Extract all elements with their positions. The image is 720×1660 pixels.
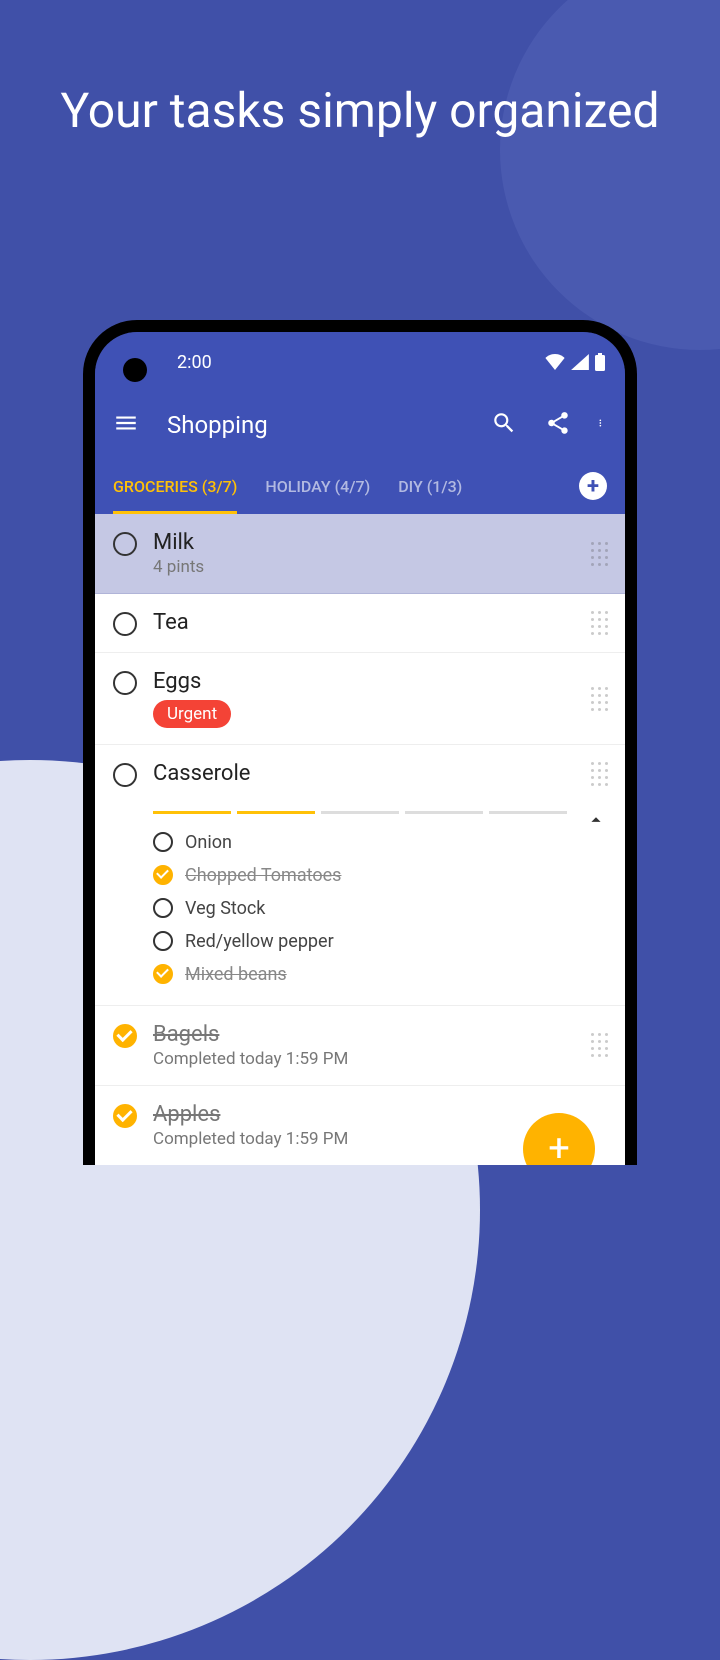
app-bar-title: Shopping bbox=[167, 411, 463, 439]
subtask-title: Veg Stock bbox=[185, 898, 265, 919]
more-vert-icon bbox=[599, 410, 607, 436]
subtask-checkbox[interactable] bbox=[153, 832, 173, 852]
subtask-item[interactable]: Mixed beans bbox=[153, 958, 607, 991]
tab-bar: GROCERIES (3/7) HOLIDAY (4/7) DIY (1/3) … bbox=[95, 458, 625, 514]
search-icon bbox=[491, 410, 517, 436]
phone-frame: 2:00 Shopping bbox=[83, 320, 637, 1165]
list-item[interactable]: Eggs Urgent bbox=[95, 653, 625, 745]
battery-icon bbox=[595, 353, 605, 371]
add-tab-button[interactable]: + bbox=[579, 472, 607, 500]
list-item[interactable]: Bagels Completed today 1:59 PM bbox=[95, 1006, 625, 1086]
subtask-title: Chopped Tomatoes bbox=[185, 865, 341, 886]
share-icon bbox=[545, 410, 571, 436]
phone-camera-punch bbox=[123, 358, 147, 382]
plus-icon: + bbox=[548, 1127, 570, 1165]
task-checkbox[interactable] bbox=[113, 1104, 137, 1128]
hamburger-icon bbox=[113, 410, 139, 436]
task-checkbox[interactable] bbox=[113, 1024, 137, 1048]
tab-holiday[interactable]: HOLIDAY (4/7) bbox=[265, 458, 370, 514]
subtask-item[interactable]: Red/yellow pepper bbox=[153, 925, 607, 958]
chevron-up-icon bbox=[585, 809, 607, 831]
tab-groceries[interactable]: GROCERIES (3/7) bbox=[113, 458, 237, 514]
tab-diy[interactable]: DIY (1/3) bbox=[398, 458, 462, 514]
list-item[interactable]: Milk 4 pints bbox=[95, 514, 625, 594]
task-subtitle: 4 pints bbox=[153, 557, 575, 577]
subtask-checkbox[interactable] bbox=[153, 931, 173, 951]
drag-handle-icon[interactable] bbox=[591, 1033, 611, 1057]
task-checkbox[interactable] bbox=[113, 612, 137, 636]
overflow-menu-button[interactable] bbox=[589, 400, 617, 450]
subtask-item[interactable]: Onion bbox=[153, 826, 607, 859]
tab-label: HOLIDAY (4/7) bbox=[265, 477, 370, 496]
task-subtitle: Completed today 1:59 PM bbox=[153, 1049, 575, 1069]
share-button[interactable] bbox=[535, 400, 581, 450]
subtask-checkbox[interactable] bbox=[153, 865, 173, 885]
drag-handle-icon[interactable] bbox=[591, 687, 611, 711]
task-title: Eggs bbox=[153, 669, 575, 694]
subtask-checkbox[interactable] bbox=[153, 964, 173, 984]
subtask-title: Red/yellow pepper bbox=[185, 931, 334, 952]
status-bar: 2:00 bbox=[95, 332, 625, 392]
search-button[interactable] bbox=[481, 400, 527, 450]
plus-icon: + bbox=[587, 474, 599, 499]
list-item[interactable]: Tea bbox=[95, 594, 625, 653]
phone-screen: 2:00 Shopping bbox=[95, 332, 625, 1165]
tab-label: DIY (1/3) bbox=[398, 477, 462, 496]
promo-title: Your tasks simply organized bbox=[0, 80, 720, 142]
task-tag: Urgent bbox=[153, 700, 231, 728]
drag-handle-icon[interactable] bbox=[591, 762, 611, 786]
task-title: Casserole bbox=[153, 761, 575, 786]
subtask-item[interactable]: Veg Stock bbox=[153, 892, 607, 925]
task-title: Tea bbox=[153, 610, 575, 635]
subtask-item[interactable]: Chopped Tomatoes bbox=[153, 859, 607, 892]
app-bar: Shopping bbox=[95, 392, 625, 458]
task-title: Milk bbox=[153, 530, 575, 555]
status-time: 2:00 bbox=[177, 352, 212, 373]
drag-handle-icon[interactable] bbox=[591, 542, 611, 566]
decorative-bg-circle bbox=[500, 0, 720, 350]
tab-label: GROCERIES (3/7) bbox=[113, 477, 237, 496]
task-checkbox[interactable] bbox=[113, 763, 137, 787]
subtask-title: Onion bbox=[185, 832, 232, 853]
task-title: Bagels bbox=[153, 1022, 575, 1047]
signal-icon bbox=[571, 354, 589, 370]
subtask-block: Onion Chopped Tomatoes Veg Stock Red/yel… bbox=[95, 803, 625, 1006]
drag-handle-icon[interactable] bbox=[591, 611, 611, 635]
collapse-button[interactable] bbox=[585, 809, 607, 835]
subtask-progress bbox=[153, 811, 607, 814]
task-list: Milk 4 pints Tea Eggs Urgent bbox=[95, 514, 625, 1165]
list-item[interactable]: Casserole bbox=[95, 745, 625, 803]
subtask-checkbox[interactable] bbox=[153, 898, 173, 918]
hamburger-menu-button[interactable] bbox=[103, 400, 149, 450]
task-checkbox[interactable] bbox=[113, 532, 137, 556]
task-checkbox[interactable] bbox=[113, 671, 137, 695]
subtask-title: Mixed beans bbox=[185, 964, 287, 985]
wifi-icon bbox=[545, 354, 565, 370]
status-icons bbox=[545, 353, 605, 371]
